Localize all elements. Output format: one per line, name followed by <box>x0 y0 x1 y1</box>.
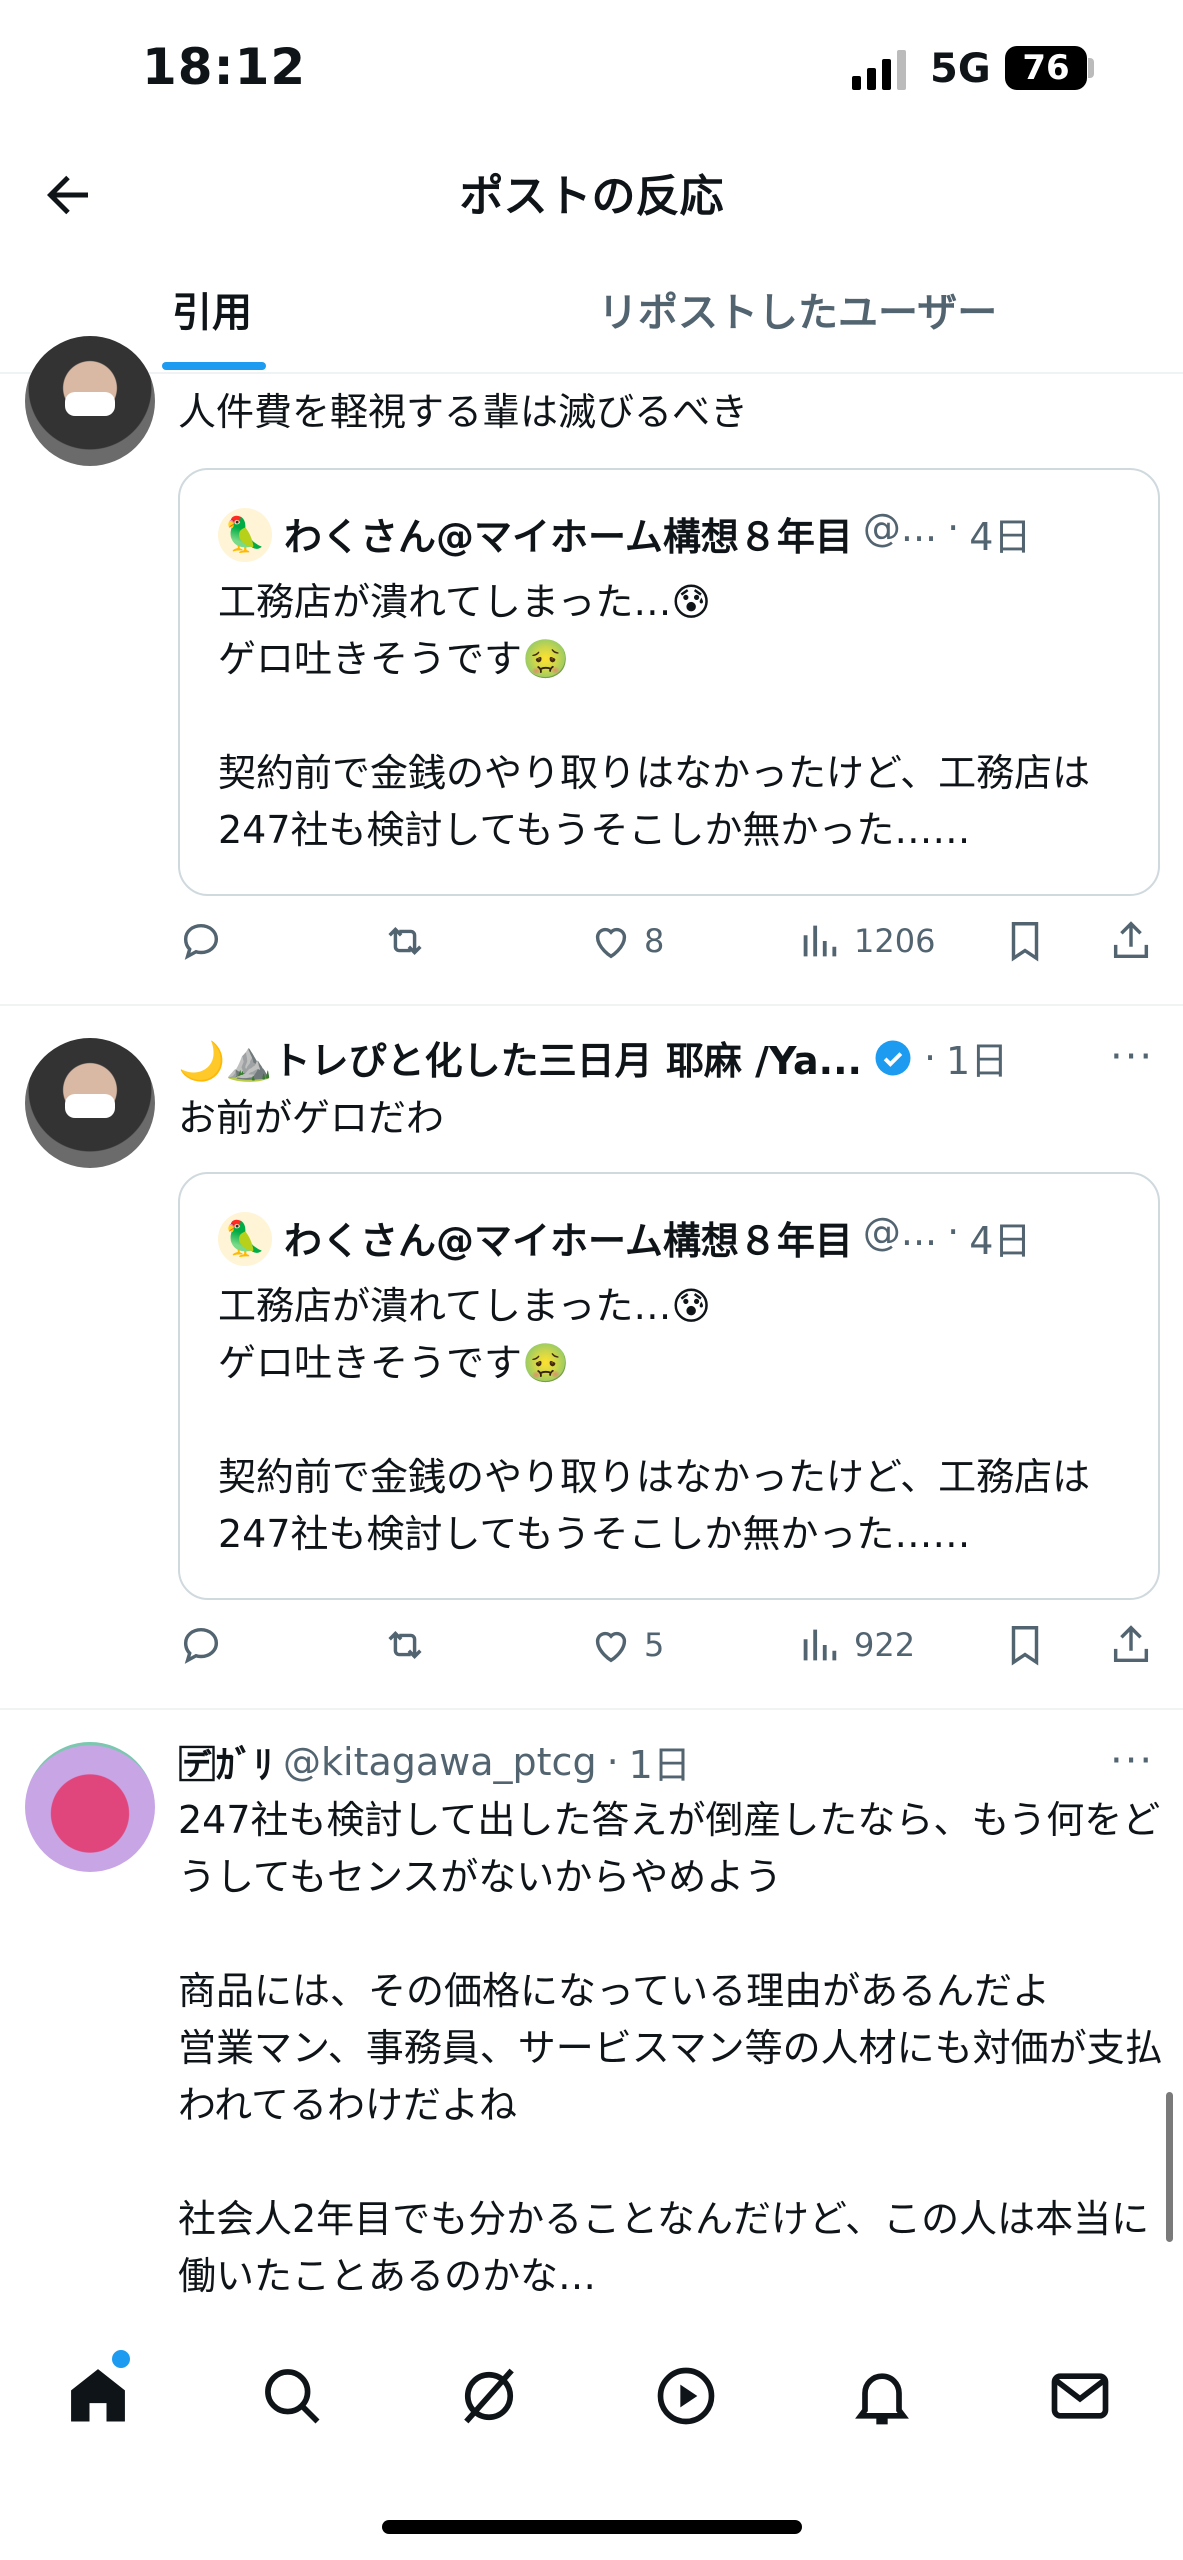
more-options-button[interactable]: ··· <box>1110 1034 1154 1080</box>
quoted-separator: · <box>947 1210 960 1254</box>
reply-button[interactable] <box>178 918 224 964</box>
quoted-text: 工務店が潰れてしまった…😰 ゲロ吐きそうです🤢 契約前で金銭のやり取りはなかった… <box>218 580 1091 852</box>
avatar[interactable] <box>25 1742 155 1872</box>
avatar[interactable] <box>25 1038 155 1168</box>
quoted-avatar: 🦜 <box>218 1212 272 1266</box>
bookmark-button[interactable] <box>1002 1622 1048 1668</box>
grok-icon[interactable] <box>455 2362 523 2430</box>
quoted-avatar: 🦜 <box>218 508 272 562</box>
share-button[interactable] <box>1108 918 1154 964</box>
search-icon[interactable] <box>258 2362 326 2430</box>
battery-cap <box>1088 58 1094 78</box>
quoted-author-name: わくさん@マイホーム構想８年目 <box>284 1219 853 1263</box>
views-icon <box>803 1629 837 1661</box>
battery-indicator: 76 <box>1005 46 1087 90</box>
post-divider <box>0 1004 1183 1006</box>
repost-button[interactable] <box>382 918 428 964</box>
bookmark-icon <box>1011 922 1039 962</box>
like-button[interactable]: 5 <box>588 1622 664 1668</box>
views-count: 1206 <box>854 922 936 960</box>
post-separator: · <box>606 1739 619 1784</box>
heart-icon <box>595 927 627 959</box>
post-time: 1日 <box>628 1743 691 1787</box>
repost-icon <box>388 1631 422 1659</box>
post-text: 247社も検討して出した答えが倒産したなら、もう何をどうしてもセンスがないからや… <box>178 1798 1163 2298</box>
avatar[interactable] <box>25 336 155 466</box>
quoted-post-card[interactable]: 🦜 わくさん@マイホーム構想８年目 @... · 4日 工務店が潰れてしまった…… <box>178 1172 1160 1600</box>
repost-button[interactable] <box>382 1622 428 1668</box>
home-icon[interactable] <box>64 2362 132 2430</box>
quoted-post-card[interactable]: 🦜 わくさん@マイホーム構想８年目 @... · 4日 工務店が潰れてしまった…… <box>178 468 1160 896</box>
quoted-separator: · <box>947 506 960 550</box>
tab-reposted-users[interactable]: リポストしたユーザー <box>598 280 997 338</box>
notification-dot <box>112 2350 130 2368</box>
bookmark-icon <box>1011 1626 1039 1666</box>
tab-active-indicator <box>162 362 266 370</box>
like-count: 8 <box>644 922 665 960</box>
author-name[interactable]: 🌙⛰️トレぴと化した三日月 耶麻 /Ya... <box>178 1030 862 1085</box>
quoted-author-name: わくさん@マイホーム構想８年目 <box>284 515 853 559</box>
video-icon[interactable] <box>652 2362 720 2430</box>
status-time: 18:12 <box>142 38 307 96</box>
post-divider <box>0 1708 1183 1710</box>
network-label: 5G <box>930 46 991 92</box>
author-name[interactable]: 🈓ｶﾞﾘ <box>178 1734 273 1789</box>
views-count: 922 <box>854 1626 916 1664</box>
reply-icon <box>183 1627 219 1664</box>
more-options-button[interactable]: ··· <box>1110 1738 1154 1784</box>
signal-icon <box>852 50 906 90</box>
like-count: 5 <box>644 1626 665 1664</box>
bookmark-button[interactable] <box>1002 918 1048 964</box>
home-indicator <box>382 2520 802 2534</box>
heart-icon <box>595 1631 627 1663</box>
reply-icon <box>183 923 219 960</box>
scrollbar[interactable] <box>1166 2092 1173 2242</box>
post-separator: · <box>923 1035 937 1080</box>
share-icon <box>1113 921 1149 959</box>
views-button[interactable]: 922 <box>796 1622 915 1668</box>
quoted-time: 4日 <box>969 1219 1032 1263</box>
tab-quotes[interactable]: 引用 <box>172 280 252 338</box>
quoted-time: 4日 <box>969 515 1032 559</box>
page-title: ポストの反応 <box>459 171 724 222</box>
reply-button[interactable] <box>178 1622 224 1668</box>
post-text: お前がゲロだわ <box>178 1096 445 1140</box>
mail-icon[interactable] <box>1046 2362 1114 2430</box>
verified-badge-icon <box>875 1040 911 1075</box>
post-time: 1日 <box>946 1039 1009 1083</box>
views-icon <box>803 925 837 957</box>
tab-divider <box>0 372 1183 374</box>
share-icon <box>1113 1625 1149 1663</box>
quoted-handle: @... <box>862 506 938 550</box>
author-handle[interactable]: @kitagawa_ptcg <box>283 1740 597 1784</box>
like-button[interactable]: 8 <box>588 918 664 964</box>
post-text: 人件費を軽視する輩は滅びるべき <box>178 390 749 434</box>
bell-icon[interactable] <box>848 2362 916 2430</box>
quoted-text: 工務店が潰れてしまった…😰 ゲロ吐きそうです🤢 契約前で金銭のやり取りはなかった… <box>218 1284 1091 1556</box>
repost-icon <box>388 927 422 955</box>
quoted-handle: @... <box>862 1210 938 1254</box>
share-button[interactable] <box>1108 1622 1154 1668</box>
views-button[interactable]: 1206 <box>796 918 935 964</box>
